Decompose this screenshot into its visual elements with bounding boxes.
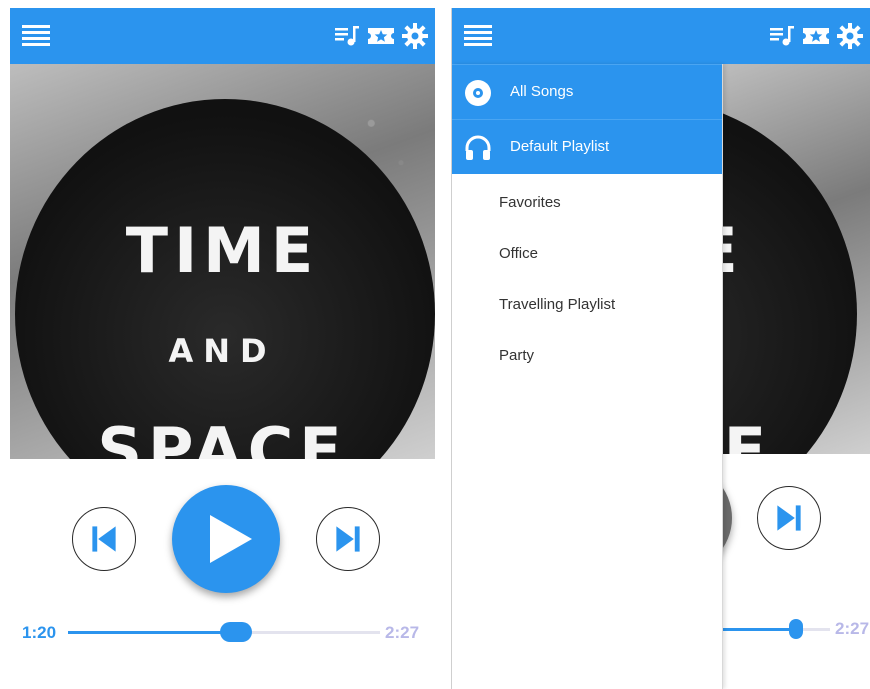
drawer-item-label: Default Playlist [510, 138, 610, 155]
seek-bar[interactable] [722, 628, 830, 631]
gear-icon[interactable] [836, 22, 864, 50]
disc-icon [465, 80, 491, 106]
seek-bar-thumb[interactable] [789, 619, 803, 639]
navigation-drawer: All Songs Default Playlist Favorites Off… [452, 64, 723, 689]
drawer-screen: TIME SPACE 2:27 All Songs D [451, 8, 870, 689]
playlist-music-icon[interactable] [333, 22, 361, 50]
skip-next-icon [777, 505, 801, 531]
previous-track-button[interactable] [72, 507, 136, 571]
total-duration: 2:27 [385, 623, 420, 642]
hamburger-menu-icon[interactable] [464, 25, 492, 49]
drawer-item-default-playlist[interactable]: Default Playlist [452, 119, 722, 174]
play-icon [210, 515, 252, 563]
total-duration: 2:27 [835, 619, 870, 638]
seek-bar-thumb[interactable] [220, 622, 252, 642]
seek-bar-progress [68, 631, 236, 634]
next-track-button[interactable] [316, 507, 380, 571]
playlist-music-icon[interactable] [768, 22, 796, 50]
album-art-title-line-3: SPACE [722, 414, 773, 454]
star-ticket-icon[interactable] [367, 22, 395, 50]
headphones-icon [465, 135, 491, 160]
star-ticket-icon[interactable] [802, 22, 830, 50]
skip-previous-icon [92, 526, 116, 552]
album-art: TIME AND SPACE [10, 64, 435, 459]
elapsed-time: 1:20 [22, 623, 57, 642]
play-button[interactable] [172, 485, 280, 593]
drawer-item-all-songs[interactable]: All Songs [452, 64, 722, 119]
playlist-list: Favorites Office Travelling Playlist Par… [452, 174, 722, 384]
album-art-title-line-1: TIME [125, 214, 320, 287]
playlist-item-office[interactable]: Office [452, 231, 722, 282]
seek-bar-progress [722, 628, 794, 631]
app-bar [452, 8, 870, 64]
playlist-item-party[interactable]: Party [452, 333, 722, 384]
album-art-partial: TIME SPACE [722, 64, 870, 454]
gear-icon[interactable] [401, 22, 429, 50]
skip-next-icon [336, 526, 360, 552]
next-track-button[interactable] [757, 486, 821, 550]
playlist-item-travelling[interactable]: Travelling Playlist [452, 282, 722, 333]
app-bar [10, 8, 435, 64]
drawer-item-label: All Songs [510, 83, 574, 100]
album-art-title-line-2: AND [168, 332, 277, 370]
album-art-title-line-1: TIME [722, 214, 857, 287]
player-screen: TIME AND SPACE 1:20 2:27 [10, 8, 435, 689]
playlist-item-favorites[interactable]: Favorites [452, 180, 722, 231]
album-art-title-line-3: SPACE [97, 414, 348, 459]
hamburger-menu-icon[interactable] [22, 25, 50, 49]
